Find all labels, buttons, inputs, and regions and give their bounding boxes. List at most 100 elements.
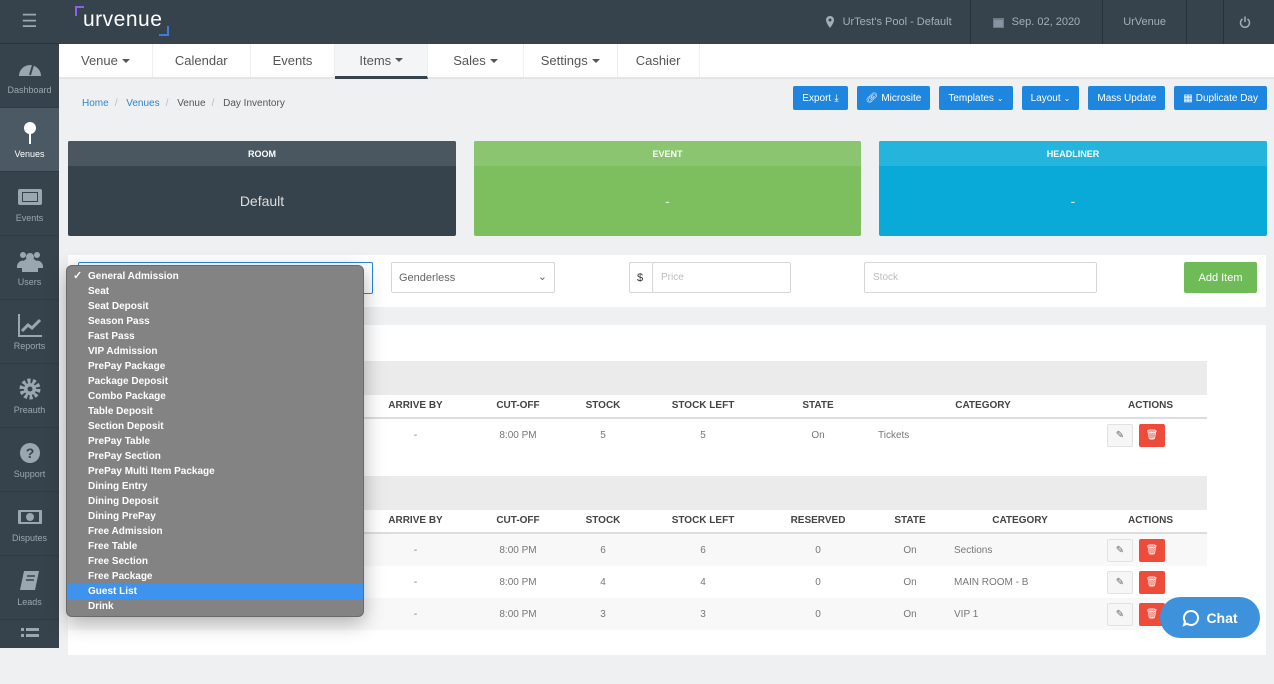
edit-button[interactable]: ✎ (1107, 424, 1133, 447)
templates-button[interactable]: Templates ⌄ (939, 86, 1013, 110)
breadcrumb-home[interactable]: Home (82, 98, 109, 109)
sidebar-label: Leads (17, 597, 42, 607)
edit-button[interactable]: ✎ (1107, 571, 1133, 594)
chat-button[interactable]: Chat (1160, 597, 1260, 638)
breadcrumb-venue: Venue (177, 98, 206, 109)
price-input[interactable]: Price (652, 262, 791, 293)
dropdown-option[interactable]: PrePay Table (67, 434, 363, 449)
dropdown-option[interactable]: PrePay Package (67, 359, 363, 374)
duplicate-day-button[interactable]: ▦ Duplicate Day (1174, 86, 1267, 110)
dropdown-option[interactable]: ✓ General Admission (67, 269, 363, 284)
sidebar-label: Support (13, 469, 46, 479)
dropdown-option[interactable]: Seat (67, 284, 363, 299)
nav-items[interactable]: Items (335, 44, 429, 79)
sidebar-item-venues[interactable]: Venues (0, 108, 59, 172)
sidebar-label: Dashboard (7, 85, 52, 95)
dropdown-option[interactable]: Dining Entry (67, 479, 363, 494)
dropdown-option[interactable]: PrePay Multi Item Package (67, 464, 363, 479)
sidebar-item-disputes[interactable]: Disputes (0, 492, 59, 556)
trash-icon: 🗑︎ (1145, 545, 1159, 556)
delete-button[interactable]: 🗑︎ (1139, 424, 1165, 447)
map-marker-icon (825, 16, 834, 28)
room-card-title: ROOM (68, 141, 456, 166)
book-icon (19, 571, 39, 590)
sidebar-item-dashboard[interactable]: Dashboard (0, 44, 59, 108)
nav-venue[interactable]: Venue (59, 44, 153, 77)
export-button[interactable]: Export ⤓ (793, 86, 848, 110)
sidebar-item-preauth[interactable]: Preauth (0, 364, 59, 428)
edit-button[interactable]: ✎ (1107, 539, 1133, 562)
dropdown-option[interactable]: Table Deposit (67, 404, 363, 419)
location-selector[interactable]: UrTest's Pool - Default (807, 0, 970, 44)
dropdown-option[interactable]: Dining PrePay (67, 509, 363, 524)
dropdown-option[interactable]: Free Table (67, 539, 363, 554)
sidebar-item-reports[interactable]: Reports (0, 300, 59, 364)
sidebar-item-more[interactable] (0, 620, 59, 684)
breadcrumb: Home / Venues / Venue / Day Inventory (82, 98, 285, 109)
nav-sales[interactable]: Sales (428, 44, 524, 77)
menu-toggle[interactable]: ☰ (0, 0, 59, 44)
dropdown-option[interactable]: Free Package (67, 569, 363, 584)
dropdown-option[interactable]: Section Deposit (67, 419, 363, 434)
chevron-down-icon: ⌄ (1063, 93, 1071, 103)
layout-button[interactable]: Layout ⌄ (1021, 86, 1080, 110)
chart-line-icon (17, 314, 42, 337)
microsite-button[interactable]: 🔗︎ Microsite (856, 86, 931, 110)
caret-down-icon (591, 58, 600, 63)
pencil-icon: ✎ (1115, 430, 1125, 441)
dashboard-icon (18, 64, 41, 76)
dropdown-option[interactable]: Combo Package (67, 389, 363, 404)
urvenue-logo[interactable]: urvenue (75, 6, 170, 36)
delete-button[interactable]: 🗑︎ (1139, 571, 1165, 594)
dropdown-option[interactable]: Package Deposit (67, 374, 363, 389)
sidebar: ☰ Dashboard Venues Events Users Reports … (0, 0, 59, 648)
gender-select[interactable]: Genderless ⌄ (391, 262, 555, 293)
stock-input[interactable]: Stock (864, 262, 1097, 293)
event-card-value: - (665, 193, 670, 209)
dropdown-option[interactable]: Guest List (67, 584, 363, 599)
sidebar-label: Users (17, 277, 42, 287)
trash-icon: 🗑︎ (1145, 577, 1159, 588)
nav-cashier[interactable]: Cashier (618, 44, 700, 77)
logout-button[interactable] (1223, 0, 1274, 44)
gear-icon (19, 378, 40, 400)
chat-bubble-icon (1182, 609, 1200, 627)
sidebar-item-events[interactable]: Events (0, 172, 59, 236)
money-icon (17, 510, 42, 524)
dropdown-option[interactable]: Fast Pass (67, 329, 363, 344)
user-menu[interactable]: UrVenue (1102, 0, 1186, 44)
dropdown-option[interactable]: Free Admission (67, 524, 363, 539)
dropdown-option[interactable]: Free Section (67, 554, 363, 569)
event-card: EVENT - (474, 141, 861, 236)
checkmark-icon: ✓ (73, 270, 83, 282)
date-selector[interactable]: Sep. 02, 2020 (969, 0, 1103, 44)
calendar-icon (992, 17, 1004, 28)
sidebar-label: Venues (14, 149, 45, 159)
delete-button[interactable]: 🗑︎ (1139, 539, 1165, 562)
caret-down-icon (121, 58, 130, 63)
top-bar: urvenue UrTest's Pool - Default Sep. 02,… (59, 0, 1274, 44)
dropdown-option[interactable]: Seat Deposit (67, 299, 363, 314)
event-card-title: EVENT (474, 141, 861, 166)
dropdown-option[interactable]: Drink (67, 599, 363, 614)
dropdown-option[interactable]: PrePay Section (67, 449, 363, 464)
breadcrumb-current: Day Inventory (223, 98, 285, 109)
nav-events[interactable]: Events (251, 44, 336, 77)
nav-settings[interactable]: Settings (524, 44, 618, 77)
headliner-card: HEADLINER - (879, 141, 1267, 236)
toolbar: Export ⤓ 🔗︎ Microsite Templates ⌄ Layout ⌄ M… (793, 86, 1267, 110)
sidebar-item-leads[interactable]: Leads (0, 556, 59, 620)
sidebar-item-support[interactable]: ? Support (0, 428, 59, 492)
sidebar-item-users[interactable]: Users (0, 236, 59, 300)
extra-slot (1186, 0, 1223, 44)
download-icon: ⤓ (834, 92, 839, 104)
mass-update-button[interactable]: Mass Update (1088, 86, 1166, 110)
dropdown-option[interactable]: VIP Admission (67, 344, 363, 359)
breadcrumb-venues[interactable]: Venues (126, 98, 159, 109)
dropdown-option[interactable]: Dining Deposit (67, 494, 363, 509)
sidebar-label: Preauth (13, 405, 46, 415)
nav-calendar[interactable]: Calendar (153, 44, 251, 77)
add-item-button[interactable]: Add Item (1184, 262, 1257, 293)
edit-button[interactable]: ✎ (1107, 603, 1133, 626)
dropdown-option[interactable]: Season Pass (67, 314, 363, 329)
